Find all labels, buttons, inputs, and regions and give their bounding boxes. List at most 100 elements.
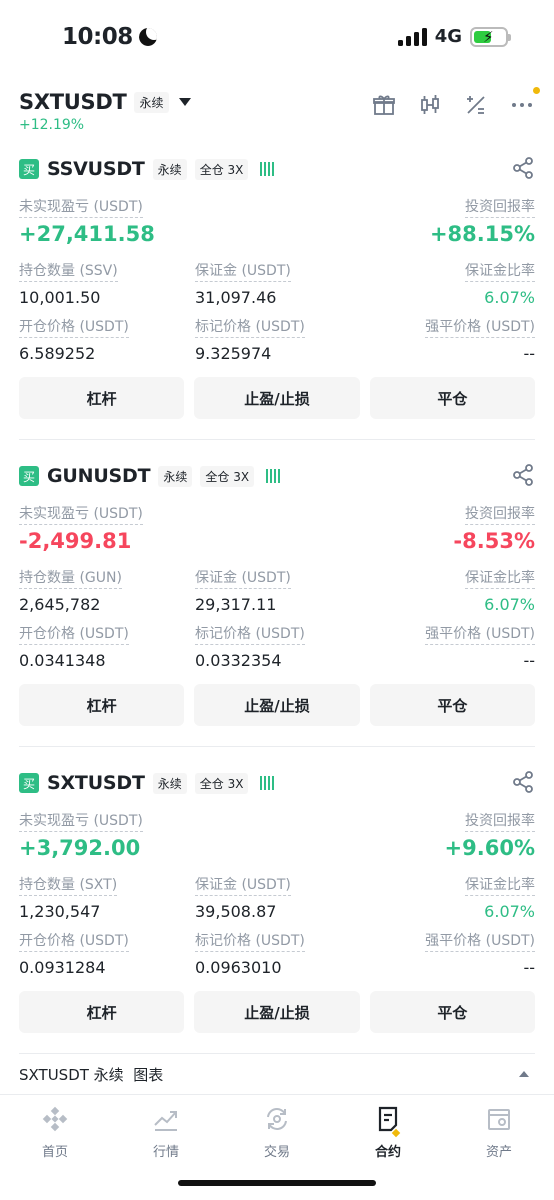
size-value: 2,645,782 <box>19 595 101 614</box>
pnl-value: +27,411.58 <box>19 222 155 246</box>
more-icon[interactable] <box>509 87 540 118</box>
wallet-icon <box>485 1105 513 1133</box>
roi-label[interactable]: 投资回报率 <box>465 810 535 832</box>
margin-label[interactable]: 保证金 (USDT) <box>195 874 291 896</box>
futures-icon <box>374 1105 402 1138</box>
position-header: 买 GUNUSDT 永续 全仓 3X <box>19 461 535 491</box>
leverage-button[interactable]: 杠杆 <box>19 991 185 1033</box>
chart-bar-label: SXTUSDT 永续 图表 <box>19 1065 164 1084</box>
mark-price-label[interactable]: 标记价格 (USDT) <box>195 623 305 645</box>
entry-price-value: 0.0931284 <box>19 958 106 977</box>
contract-type-tag: 永续 <box>152 772 187 794</box>
chart-toggle-bar[interactable]: SXTUSDT 永续 图表 <box>19 1058 535 1090</box>
markets-icon <box>152 1105 180 1133</box>
mark-price-value: 0.0963010 <box>195 958 282 977</box>
tpsl-button[interactable]: 止盈/止损 <box>194 991 360 1033</box>
position-symbol[interactable]: SSVUSDT <box>47 158 145 180</box>
position-actions: 杠杆 止盈/止损 平仓 <box>19 684 535 726</box>
margin-mode-tag[interactable]: 全仓 3X <box>194 158 249 180</box>
home-indicator[interactable] <box>178 1180 376 1186</box>
roi-label[interactable]: 投资回报率 <box>465 503 535 525</box>
liq-price-label[interactable]: 强平价格 (USDT) <box>425 623 535 645</box>
close-position-button[interactable]: 平仓 <box>369 991 535 1033</box>
margin-mode-tag[interactable]: 全仓 3X <box>200 465 255 487</box>
pnl-label[interactable]: 未实现盈亏 (USDT) <box>19 503 143 525</box>
nav-label: 行情 <box>152 1145 179 1160</box>
margin-ratio-label[interactable]: 保证金比率 <box>465 567 535 589</box>
margin-label[interactable]: 保证金 (USDT) <box>195 260 291 282</box>
liq-price-value: -- <box>523 651 535 670</box>
entry-price-label[interactable]: 开仓价格 (USDT) <box>19 316 129 338</box>
side-badge: 买 <box>19 773 39 793</box>
divider <box>19 746 535 747</box>
size-value: 10,001.50 <box>19 288 101 307</box>
header-icons <box>371 87 540 118</box>
position-symbol[interactable]: SXTUSDT <box>47 772 145 794</box>
candlestick-icon[interactable] <box>417 92 443 118</box>
mark-price-value: 9.325974 <box>195 344 272 363</box>
liq-price-label[interactable]: 强平价格 (USDT) <box>425 316 535 338</box>
calculator-icon[interactable] <box>463 92 489 118</box>
size-label[interactable]: 持仓数量 (SXT) <box>19 874 118 896</box>
pnl-label[interactable]: 未实现盈亏 (USDT) <box>19 810 143 832</box>
close-position-button[interactable]: 平仓 <box>369 684 535 726</box>
tpsl-button[interactable]: 止盈/止损 <box>194 377 360 419</box>
position-card: 买 SXTUSDT 永续 全仓 3X 未实现盈亏 (USDT) +3,792.0… <box>19 768 535 1058</box>
header-change: +12.19% <box>19 117 85 133</box>
nav-item-markets[interactable]: 行情 <box>126 1105 206 1160</box>
liq-price-value: -- <box>523 344 535 363</box>
adl-indicator-icon <box>266 469 281 483</box>
nav-label: 交易 <box>263 1145 290 1160</box>
status-bar: 10:08 4G ⚡ <box>0 0 554 76</box>
nav-label: 首页 <box>41 1145 68 1160</box>
roi-value: +9.60% <box>444 836 535 860</box>
liq-price-label[interactable]: 强平价格 (USDT) <box>425 930 535 952</box>
pnl-value: -2,499.81 <box>19 529 132 553</box>
position-symbol[interactable]: GUNUSDT <box>47 465 151 487</box>
entry-price-label[interactable]: 开仓价格 (USDT) <box>19 930 129 952</box>
adl-indicator-icon <box>260 776 275 790</box>
side-badge: 买 <box>19 159 39 179</box>
divider <box>19 1053 535 1054</box>
nav-label: 合约 <box>374 1145 401 1160</box>
entry-price-label[interactable]: 开仓价格 (USDT) <box>19 623 129 645</box>
position-actions: 杠杆 止盈/止损 平仓 <box>19 991 535 1033</box>
adl-indicator-icon <box>260 162 275 176</box>
margin-value: 29,317.11 <box>195 595 277 614</box>
share-icon[interactable] <box>511 156 535 180</box>
position-header: 买 SXTUSDT 永续 全仓 3X <box>19 768 535 798</box>
gift-icon[interactable] <box>371 92 397 118</box>
size-label[interactable]: 持仓数量 (SSV) <box>19 260 118 282</box>
roi-label[interactable]: 投资回报率 <box>465 196 535 218</box>
margin-value: 31,097.46 <box>195 288 277 307</box>
margin-ratio-label[interactable]: 保证金比率 <box>465 260 535 282</box>
contract-type-tag: 永续 <box>152 158 187 180</box>
margin-value: 39,508.87 <box>195 902 277 921</box>
time-text: 10:08 <box>62 24 133 50</box>
pnl-label[interactable]: 未实现盈亏 (USDT) <box>19 196 143 218</box>
margin-ratio-label[interactable]: 保证金比率 <box>465 874 535 896</box>
margin-label[interactable]: 保证金 (USDT) <box>195 567 291 589</box>
leverage-button[interactable]: 杠杆 <box>19 684 185 726</box>
mark-price-label[interactable]: 标记价格 (USDT) <box>195 316 305 338</box>
share-icon[interactable] <box>511 770 535 794</box>
nav-item-trade[interactable]: 交易 <box>237 1105 317 1160</box>
mark-price-label[interactable]: 标记价格 (USDT) <box>195 930 305 952</box>
margin-mode-tag[interactable]: 全仓 3X <box>194 772 249 794</box>
position-header: 买 SSVUSDT 永续 全仓 3X <box>19 154 535 184</box>
nav-item-home[interactable]: 首页 <box>15 1105 95 1160</box>
chevron-up-icon[interactable] <box>519 1071 529 1077</box>
pnl-value: +3,792.00 <box>19 836 141 860</box>
size-label[interactable]: 持仓数量 (GUN) <box>19 567 122 589</box>
network-type: 4G <box>434 26 462 47</box>
size-value: 1,230,547 <box>19 902 101 921</box>
close-position-button[interactable]: 平仓 <box>369 377 535 419</box>
leverage-button[interactable]: 杠杆 <box>19 377 185 419</box>
caret-down-icon[interactable] <box>178 98 191 106</box>
nav-item-assets[interactable]: 资产 <box>459 1105 539 1160</box>
share-icon[interactable] <box>511 463 535 487</box>
home-icon <box>41 1105 69 1133</box>
nav-item-futures[interactable]: 合约 <box>348 1105 428 1160</box>
divider <box>19 439 535 440</box>
tpsl-button[interactable]: 止盈/止损 <box>194 684 360 726</box>
